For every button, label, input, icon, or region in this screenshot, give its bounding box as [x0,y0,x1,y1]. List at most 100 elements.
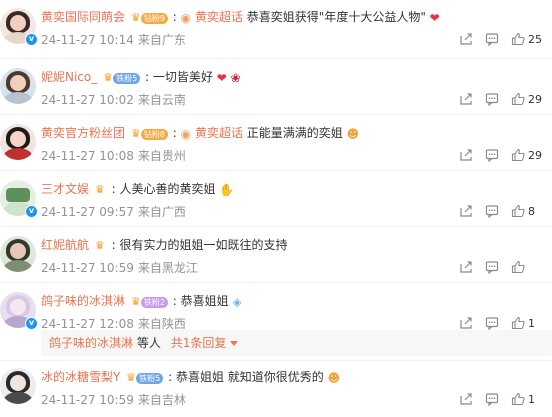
username[interactable]: 冰的冰糖雪梨Y [41,370,120,384]
topic-link[interactable]: 黄奕超话 [195,10,243,24]
divider [0,360,552,361]
comment-text: 恭喜姐姐 [180,294,229,308]
eye-icon: ◉ [180,10,192,25]
comment-text: 很有实力的姐姐一如既往的支持 [119,238,288,252]
heart-eyes-icon: ☻ [346,126,360,141]
like-icon[interactable] [511,260,525,274]
comment-item: 冰的冰糖雪梨Y ♛ 铁粉5 : 恭喜姐姐 就知道你很优秀的 ☻ 24-11-27 … [0,362,552,417]
thumbs-up-icon: ✋ [219,182,235,197]
comment-item: v 黄奕国际同萌会 ♛ 钻粉9 : ◉ 黄奕超话 恭喜奕姐获得"年度十大公益人物"… [0,2,552,58]
comment-icon[interactable] [485,204,499,219]
reply-middle-text: 等人 [136,336,161,350]
comment-location: 来自黑龙江 [137,261,198,275]
comment-text: 人美心善的黄奕姐 [119,182,216,196]
verified-icon: v [25,205,38,218]
crown-icon: ♛ [94,238,105,252]
comment-location: 来自陕西 [137,317,186,331]
divider [0,170,552,171]
comment-time: 24-11-27 10:14 [41,33,134,47]
avatar[interactable] [0,68,36,104]
avatar[interactable] [0,124,36,160]
fan-level-badge[interactable]: ♛ 钻粉9 [131,11,168,24]
verified-icon: v [25,33,38,46]
reply-user[interactable]: 鸽子味的冰淇淋 [49,336,133,350]
username[interactable]: 三才文娱 [41,182,89,196]
comment-icon[interactable] [485,316,499,331]
like-count: 29 [528,148,542,162]
like-count: 1 [528,316,535,330]
like-icon[interactable] [511,204,525,218]
share-icon[interactable] [459,316,473,330]
fan-level-badge[interactable]: ♛ 钻粉8 [131,127,168,140]
heart-icon: ❤ [216,70,227,85]
comment-item: 红妮航航 ♛ : 很有实力的姐姐一如既往的支持 24-11-27 10:59 来自… [0,230,552,286]
comment-time: 24-11-27 10:02 [41,93,134,107]
username[interactable]: 妮妮Nico_ [41,70,97,84]
like-count: 29 [528,92,542,106]
comment-item: 妮妮Nico_ ♛ 铁粉5 : 一切皆美好 ❤ ❀ 24-11-27 10:02 来… [0,62,552,118]
comment-time: 24-11-27 12:08 [41,317,134,331]
divider [0,226,552,227]
comment-icon[interactable] [485,32,499,47]
share-icon[interactable] [459,204,473,218]
comment-time: 24-11-27 09:57 [41,205,134,219]
username[interactable]: 鸽子味的冰淇淋 [41,294,125,308]
divider [0,58,552,59]
comment-feed: v 黄奕国际同萌会 ♛ 钻粉9 : ◉ 黄奕超话 恭喜奕姐获得"年度十大公益人物"… [0,0,552,417]
share-icon[interactable] [459,148,473,162]
comment-icon[interactable] [485,92,499,107]
topic-link[interactable]: 黄奕超话 [195,126,243,140]
chevron-down-icon[interactable] [230,341,239,346]
heart-eyes-icon: ☻ [327,370,341,385]
comment-text: 恭喜奕姐获得"年度十大公益人物" [246,10,426,24]
like-icon[interactable] [511,148,525,162]
share-icon[interactable] [459,260,473,274]
comment-item: v 三才文娱 ♛ : 人美心善的黄奕姐 ✋ 24-11-27 09:57 来自广西… [0,174,552,230]
comment-time: 24-11-27 10:59 [41,261,134,275]
like-count: 1 [528,392,535,406]
reply-count-link[interactable]: 共1条回复 [171,336,227,350]
share-icon[interactable] [459,392,473,406]
comment-icon[interactable] [485,260,499,275]
like-icon[interactable] [511,316,525,330]
username[interactable]: 黄奕国际同萌会 [41,10,125,24]
fan-level-badge[interactable]: ♛ 铁粉5 [103,71,141,84]
verified-icon: v [25,317,38,330]
comment-text: 恭喜姐姐 就知道你很优秀的 [175,370,324,384]
comment-text: 正能量满满的奕姐 [246,126,343,140]
divider [0,114,552,115]
like-icon[interactable] [511,32,525,46]
fan-level-badge[interactable]: ♛ 铁粉5 [126,371,164,384]
comment-location: 来自吉林 [137,393,186,407]
diamond-icon: ◈ [232,294,242,309]
fan-level-badge[interactable]: ♛ 铁粉2 [131,295,168,308]
comment-text: 一切皆美好 [152,70,213,84]
like-count: 25 [528,32,542,46]
comment-location: 来自广西 [137,205,186,219]
heart-icon: ❤ [429,10,440,25]
comment-location: 来自云南 [137,93,186,107]
share-icon[interactable] [459,32,473,46]
rose-icon: ❀ [230,70,241,85]
fan-level-badge[interactable]: ♛ [94,182,107,196]
username[interactable]: 黄奕官方粉丝团 [41,126,125,140]
avatar[interactable] [0,368,36,404]
share-icon[interactable] [459,92,473,106]
comment-location: 来自广东 [137,33,186,47]
comment-icon[interactable] [485,148,499,163]
comment-time: 24-11-27 10:59 [41,393,134,407]
username[interactable]: 红妮航航 [41,238,89,252]
eye-icon: ◉ [180,126,192,141]
reply-summary[interactable]: 鸽子味的冰淇淋 等人 共1条回复 [41,330,552,356]
like-icon[interactable] [511,92,525,106]
avatar[interactable] [0,236,36,272]
like-icon[interactable] [511,392,525,406]
like-count: 8 [528,204,535,218]
fan-level-badge[interactable]: ♛ [94,238,107,252]
comment-time: 24-11-27 10:08 [41,149,134,163]
comment-icon[interactable] [485,392,499,407]
crown-icon: ♛ [94,182,105,196]
comment-location: 来自贵州 [137,149,186,163]
comment-item: 黄奕官方粉丝团 ♛ 钻粉8 : ◉ 黄奕超话 正能量满满的奕姐 ☻ 24-11-2… [0,118,552,174]
divider [0,282,552,283]
